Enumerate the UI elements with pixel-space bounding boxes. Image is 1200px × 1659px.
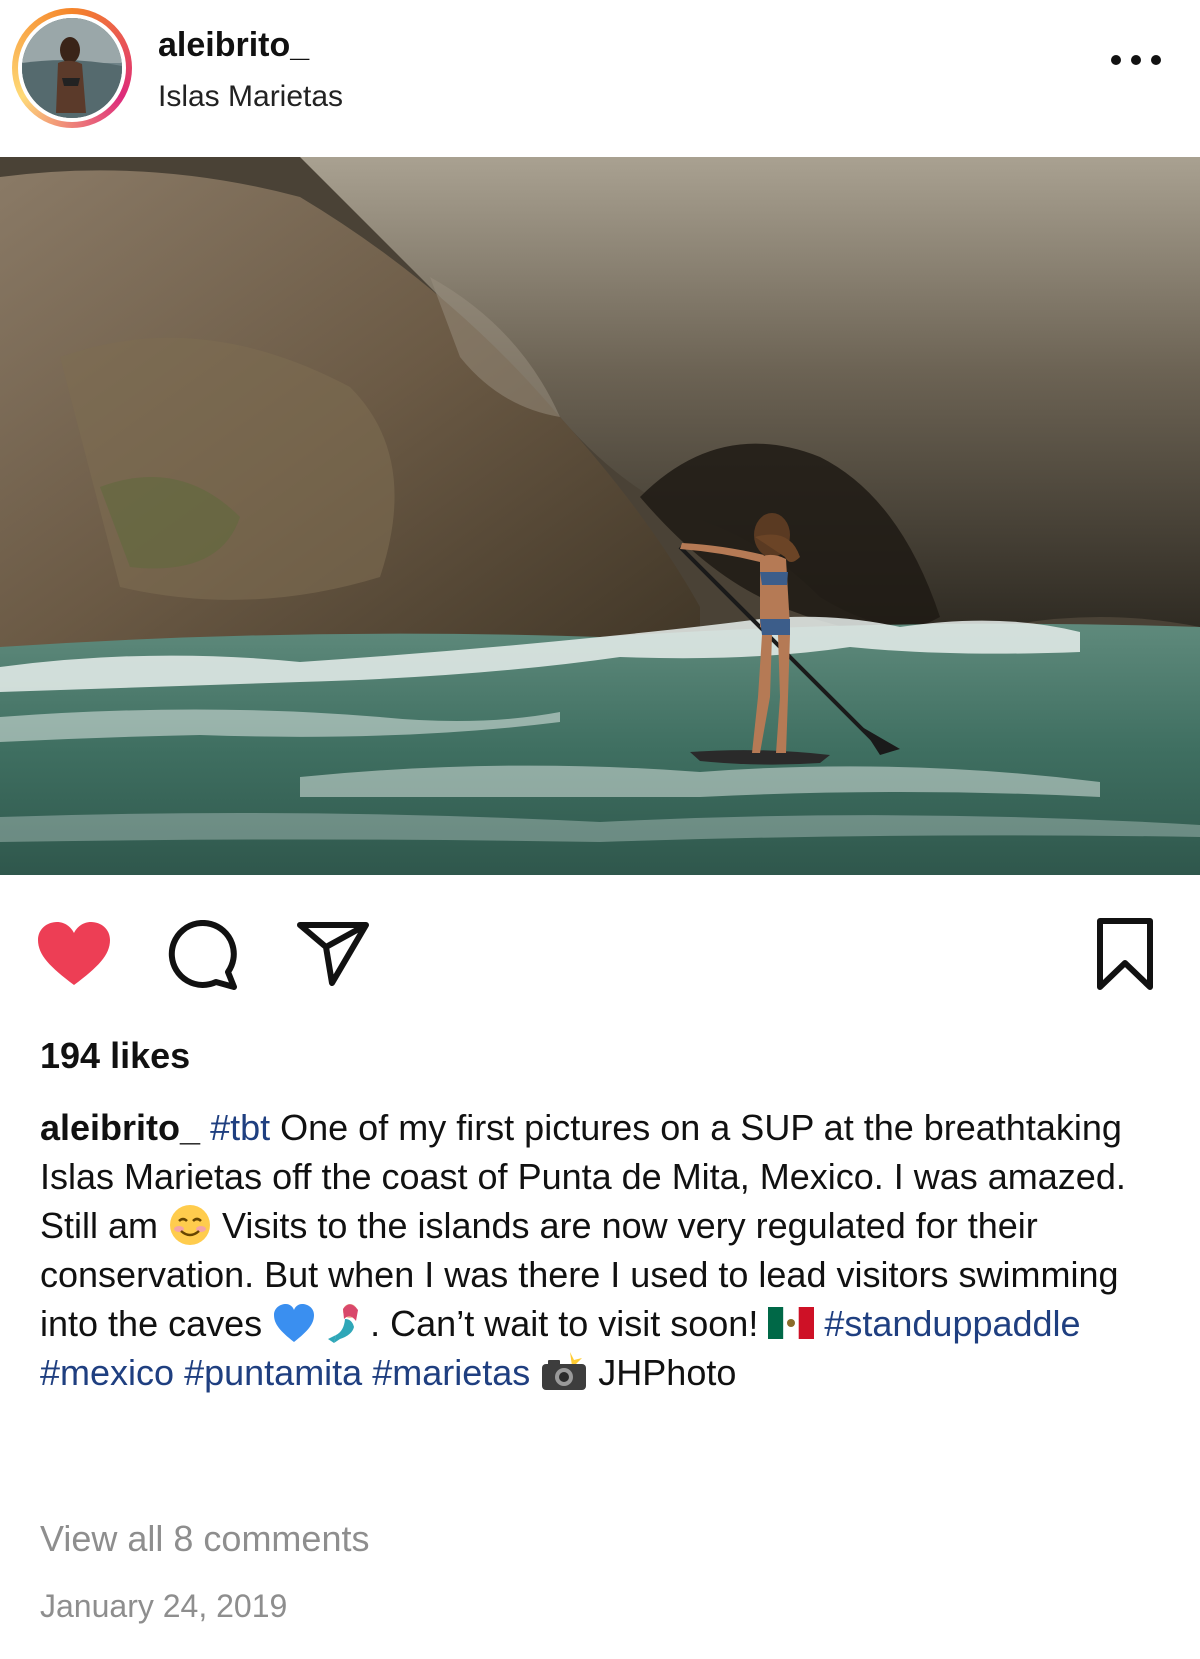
heart-filled-icon[interactable] xyxy=(36,921,112,987)
caption-text xyxy=(362,1352,372,1393)
post-date: January 24, 2019 xyxy=(40,1588,288,1624)
camera-flash-icon xyxy=(542,1352,587,1391)
story-ring[interactable] xyxy=(12,8,132,128)
bookmark-icon[interactable] xyxy=(1094,917,1156,991)
avatar[interactable] xyxy=(18,14,126,122)
more-horizontal-icon[interactable] xyxy=(1106,50,1166,70)
mermaid-icon xyxy=(328,1304,359,1344)
hashtag[interactable]: #standuppaddle xyxy=(824,1303,1080,1344)
caption-text: JHPhoto xyxy=(588,1352,737,1393)
post-header: aleibrito_ Islas Marietas xyxy=(0,0,1200,150)
blue-heart-icon xyxy=(274,1304,315,1343)
location-link[interactable]: Islas Marietas xyxy=(158,80,343,114)
mexico-flag-icon xyxy=(768,1307,815,1340)
hashtag[interactable]: #marietas xyxy=(372,1352,530,1393)
hashtag[interactable]: #puntamita xyxy=(184,1352,362,1393)
smiling-face-icon xyxy=(170,1205,211,1246)
post-photo[interactable] xyxy=(0,157,1200,875)
view-all-comments-link[interactable]: View all 8 comments xyxy=(40,1518,369,1560)
action-bar xyxy=(0,905,1200,995)
caption-text xyxy=(814,1303,824,1344)
caption-text xyxy=(174,1352,184,1393)
caption-text: . Can’t wait to visit soon! xyxy=(370,1303,769,1344)
likes-count[interactable]: 194 likes xyxy=(40,1035,190,1077)
username[interactable]: aleibrito_ xyxy=(158,26,309,65)
hashtag[interactable]: #mexico xyxy=(40,1352,174,1393)
caption-text xyxy=(316,1303,326,1344)
hashtag[interactable]: #tbt xyxy=(210,1107,270,1148)
caption-text xyxy=(530,1352,540,1393)
caption: aleibrito_ #tbt One of my first pictures… xyxy=(40,1103,1160,1397)
comment-icon[interactable] xyxy=(166,920,238,990)
caption-username[interactable]: aleibrito_ xyxy=(40,1107,200,1148)
send-icon[interactable] xyxy=(296,919,370,989)
